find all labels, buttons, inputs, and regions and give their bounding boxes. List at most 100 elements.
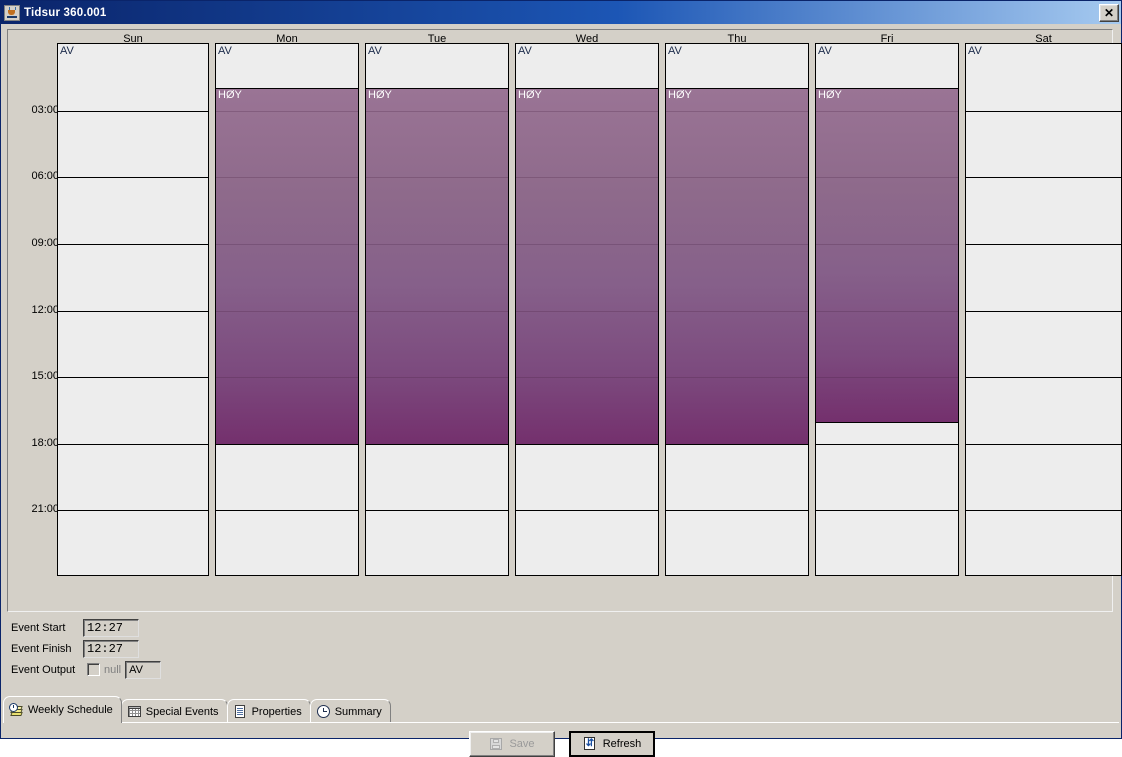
- hour-divider: [966, 310, 1121, 312]
- schedule-block-label: AV: [818, 45, 832, 57]
- document-icon: [233, 704, 248, 719]
- main-content: Sun Mon Tue Wed Thu Fri Sat 03:00 06:00 09:00 12:…: [1, 24, 1122, 757]
- title-bar: Tidsur 360.001 ✕: [1, 1, 1121, 24]
- event-start-row: Event Start 12:27: [11, 618, 411, 637]
- hour-divider: [966, 443, 1121, 445]
- event-start-label: Event Start: [11, 621, 66, 634]
- application-window: Tidsur 360.001 ✕ Sun Mon Tue Wed Thu Fri Sat 0…: [0, 0, 1122, 757]
- hour-divider: [216, 377, 358, 379]
- day-column-tue[interactable]: AV HØY: [365, 43, 509, 576]
- hour-divider: [516, 377, 658, 379]
- event-output-row: Event Output null AV: [11, 660, 411, 679]
- day-column-mon[interactable]: AV HØY: [215, 43, 359, 576]
- schedule-block-label: HØY: [368, 89, 392, 102]
- hour-divider: [58, 510, 208, 512]
- schedule-block-fri-off[interactable]: AV: [816, 44, 958, 89]
- block-boundary: [516, 443, 658, 445]
- window-title: Tidsur 360.001: [24, 6, 107, 19]
- tab-weekly-schedule[interactable]: Weekly Schedule: [3, 696, 122, 723]
- hour-divider: [366, 310, 508, 312]
- tab-summary[interactable]: Summary: [309, 699, 391, 723]
- time-label-1800: 18:00: [31, 436, 59, 449]
- hour-divider: [666, 110, 808, 112]
- time-label-0600: 06:00: [31, 170, 59, 183]
- tab-special-events[interactable]: Special Events: [120, 699, 228, 723]
- refresh-page-icon: ⇵: [583, 737, 595, 750]
- event-output-input[interactable]: AV: [125, 660, 162, 679]
- hour-divider: [516, 310, 658, 312]
- day-column-wed[interactable]: AV HØY: [515, 43, 659, 576]
- hour-divider: [816, 110, 958, 112]
- block-boundary: [816, 421, 958, 423]
- block-boundary: [216, 443, 358, 445]
- day-column-thu[interactable]: AV HØY: [665, 43, 809, 576]
- hour-divider: [516, 510, 658, 512]
- hour-divider: [966, 377, 1121, 379]
- hour-divider: [666, 243, 808, 245]
- button-bar: Save ⇵ Refresh: [1, 731, 1122, 757]
- block-boundary: [216, 88, 358, 90]
- event-finish-input[interactable]: 12:27: [83, 639, 139, 658]
- hour-divider: [58, 443, 208, 445]
- event-start-input[interactable]: 12:27: [83, 618, 139, 637]
- hour-divider: [966, 510, 1121, 512]
- schedule-block-wed-off[interactable]: AV: [516, 44, 658, 89]
- schedule-block-mon-off[interactable]: AV: [216, 44, 358, 89]
- schedule-block-label: HØY: [218, 89, 242, 102]
- hour-divider: [366, 243, 508, 245]
- hour-divider: [216, 110, 358, 112]
- time-label-1200: 12:00: [31, 303, 59, 316]
- close-button[interactable]: ✕: [1099, 3, 1119, 22]
- tab-properties[interactable]: Properties: [226, 699, 311, 723]
- schedule-block-thu-on[interactable]: HØY: [666, 88, 808, 444]
- schedule-block-mon-on[interactable]: HØY: [216, 88, 358, 444]
- tab-label: Weekly Schedule: [28, 704, 113, 716]
- schedule-block-label: AV: [518, 45, 532, 57]
- hour-divider: [816, 443, 958, 445]
- time-label-2100: 21:00: [31, 503, 59, 516]
- null-checkbox[interactable]: [87, 663, 100, 676]
- weekly-schedule-icon: [9, 702, 24, 718]
- refresh-button[interactable]: ⇵ Refresh: [569, 731, 655, 757]
- schedule-block-tue-on[interactable]: HØY: [366, 88, 508, 444]
- tab-label: Summary: [334, 705, 382, 718]
- event-fields: Event Start 12:27 Event Finish 12:27 Eve…: [11, 618, 411, 681]
- schedule-block-wed-on[interactable]: HØY: [516, 88, 658, 444]
- schedule-block-label: HØY: [818, 89, 842, 102]
- day-column-sun[interactable]: AV: [57, 43, 209, 576]
- hour-divider: [816, 377, 958, 379]
- hour-divider: [516, 243, 658, 245]
- save-button-label: Save: [509, 738, 535, 750]
- hour-divider: [966, 177, 1121, 179]
- hour-divider: [366, 110, 508, 112]
- hour-divider: [816, 177, 958, 179]
- hour-divider: [816, 310, 958, 312]
- schedule-block-label: AV: [218, 45, 232, 57]
- hour-divider: [216, 510, 358, 512]
- hour-divider: [216, 243, 358, 245]
- hour-divider: [58, 177, 208, 179]
- java-cup-icon: [4, 4, 20, 21]
- day-column-fri[interactable]: AV HØY: [815, 43, 959, 576]
- event-finish-label: Event Finish: [11, 642, 72, 655]
- hour-divider: [516, 110, 658, 112]
- schedule-block-fri-on[interactable]: HØY: [816, 88, 958, 422]
- block-boundary: [816, 88, 958, 90]
- schedule-block-thu-off[interactable]: AV: [666, 44, 808, 89]
- time-label-0900: 09:00: [31, 236, 59, 249]
- day-column-sat[interactable]: AV: [965, 43, 1122, 576]
- tab-label: Special Events: [145, 705, 219, 718]
- schedule-block-tue-off[interactable]: AV: [366, 44, 508, 89]
- hour-divider: [58, 310, 208, 312]
- block-boundary: [516, 88, 658, 90]
- weekly-schedule-panel: Sun Mon Tue Wed Thu Fri Sat 03:00 06:00 09:00 12:…: [7, 29, 1122, 612]
- floppy-disk-icon: [489, 737, 503, 751]
- block-boundary: [366, 443, 508, 445]
- time-axis: 03:00 06:00 09:00 12:00 15:00 18:00 21:00: [8, 30, 64, 611]
- grid-icon: [127, 704, 142, 719]
- time-label-1500: 15:00: [31, 370, 59, 383]
- save-button[interactable]: Save: [469, 731, 555, 757]
- tab-strip: Weekly Schedule Special Events Properties S…: [3, 696, 391, 723]
- hour-divider: [366, 377, 508, 379]
- block-boundary: [666, 443, 808, 445]
